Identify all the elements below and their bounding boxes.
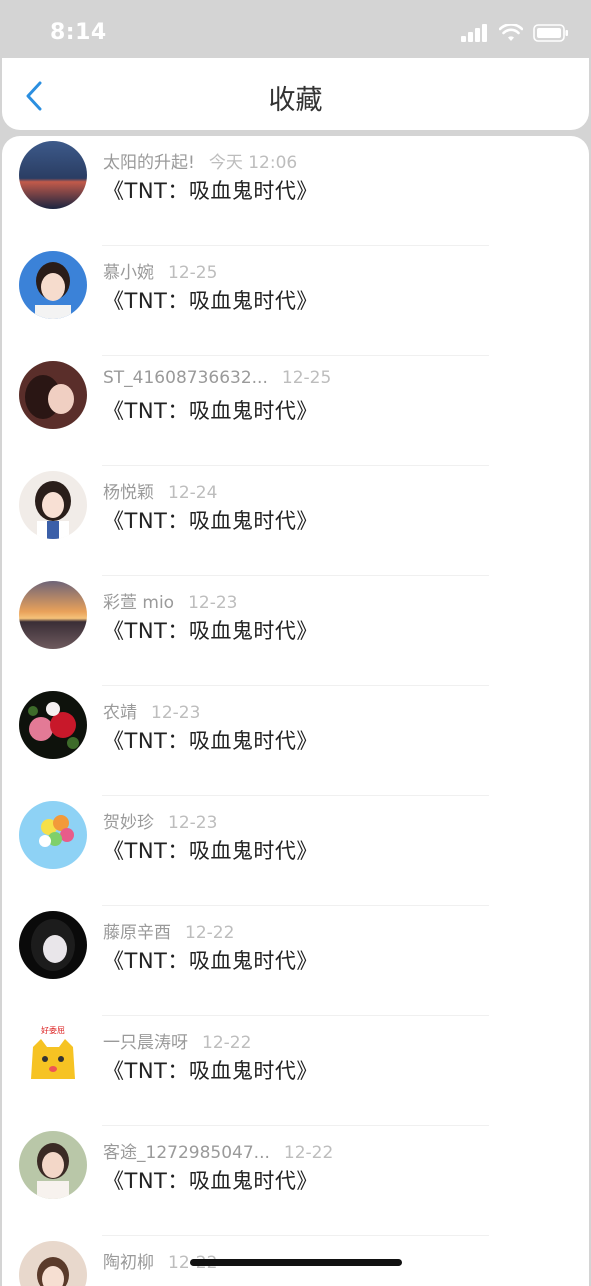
item-title: 《TNT：吸血鬼时代》	[103, 1059, 318, 1083]
username: 贺妙珍	[103, 813, 154, 833]
home-indicator[interactable]	[190, 1259, 402, 1266]
timestamp: 12-22	[202, 1033, 252, 1053]
list-item[interactable]: 慕小婉 12-25 《TNT：吸血鬼时代》	[2, 246, 589, 356]
timestamp: 12-22	[185, 923, 235, 943]
list-item[interactable]: 农靖 12-23 《TNT：吸血鬼时代》	[2, 686, 589, 796]
signal-icon	[461, 24, 487, 42]
cartoon-cat-avatar: 好委屈	[19, 1021, 87, 1089]
username: 农靖	[103, 703, 137, 723]
timestamp: 12-25	[281, 368, 332, 388]
item-title: 《TNT：吸血鬼时代》	[103, 289, 318, 313]
status-bar: 8:14	[0, 0, 591, 58]
page-title: 收藏	[268, 85, 323, 116]
timestamp: 12-25	[168, 263, 218, 283]
username: 一只晨涛呀	[103, 1033, 188, 1053]
list-item[interactable]: 贺妙珍 12-23 《TNT：吸血鬼时代》	[2, 796, 589, 906]
sunset-lake-avatar	[19, 581, 87, 649]
girl-outdoor-avatar	[19, 1131, 87, 1199]
item-title: 《TNT：吸血鬼时代》	[103, 1169, 318, 1193]
list-item[interactable]: 客途_1272985047... 12-22 《TNT：吸血鬼时代》	[2, 1126, 589, 1236]
item-meta: 客途_1272985047... 12-22	[103, 1138, 333, 1163]
username: 陶初柳	[103, 1253, 154, 1273]
username: 慕小婉	[103, 263, 154, 283]
item-meta: 贺妙珍 12-23	[103, 808, 217, 833]
list-item[interactable]: ST_41608736632... 12-25 《TNT：吸血鬼时代》	[2, 356, 589, 466]
item-title: 《TNT：吸血鬼时代》	[103, 399, 318, 423]
item-title: 《TNT：吸血鬼时代》	[103, 949, 318, 973]
item-meta: ST_41608736632... 12-25	[103, 368, 331, 388]
girl-light-avatar	[19, 471, 87, 539]
list-item[interactable]: 彩萱 mio 12-23 《TNT：吸血鬼时代》	[2, 576, 589, 686]
item-meta: 彩萱 mio 12-23	[103, 588, 238, 613]
item-meta: 藤原辛酉 12-22	[103, 918, 234, 943]
girl-dark-avatar	[19, 361, 87, 429]
battery-icon	[533, 24, 568, 42]
timestamp: 12-23	[151, 703, 201, 723]
favorites-list: 太阳的升起! 今天 12:06 《TNT：吸血鬼时代》 慕小婉 12-25 《TNT…	[2, 136, 589, 1286]
girl-partial-avatar	[19, 1241, 87, 1286]
balloons-avatar	[19, 801, 87, 869]
list-item[interactable]: 杨悦颖 12-24 《TNT：吸血鬼时代》	[2, 466, 589, 576]
item-meta: 农靖 12-23	[103, 698, 200, 723]
item-meta: 一只晨涛呀 12-22	[103, 1028, 251, 1053]
timestamp: 12-23	[168, 813, 218, 833]
wifi-icon	[499, 24, 523, 41]
sunset-dark-avatar	[19, 141, 87, 209]
item-title: 《TNT：吸血鬼时代》	[103, 729, 318, 753]
status-icons	[461, 24, 569, 42]
item-meta: 杨悦颖 12-24	[103, 478, 217, 503]
item-meta: 太阳的升起! 今天 12:06	[103, 148, 297, 173]
item-title: 《TNT：吸血鬼时代》	[103, 509, 318, 533]
timestamp: 今天 12:06	[208, 153, 298, 173]
avatar-badge: 好委屈	[41, 1025, 65, 1035]
girl-blue-bg-avatar	[19, 251, 87, 319]
item-title: 《TNT：吸血鬼时代》	[103, 839, 318, 863]
anime-girl-avatar	[19, 911, 87, 979]
timestamp: 12-24	[168, 483, 218, 503]
list-item[interactable]: 太阳的升起! 今天 12:06 《TNT：吸血鬼时代》	[2, 136, 589, 246]
timestamp: 12-23	[188, 593, 238, 613]
timestamp: 12-22	[283, 1143, 334, 1163]
item-title: 《TNT：吸血鬼时代》	[103, 619, 318, 643]
list-item[interactable]: 好委屈 一只晨涛呀 12-22 《TNT：吸血鬼时代》	[2, 1016, 589, 1126]
nav-bar: 收藏	[2, 58, 589, 130]
username: ST_41608736632...	[103, 368, 268, 388]
item-title: 《TNT：吸血鬼时代》	[103, 179, 318, 203]
username: 客途_1272985047...	[103, 1143, 270, 1163]
username: 杨悦颖	[103, 483, 154, 503]
item-meta: 慕小婉 12-25	[103, 258, 217, 283]
username: 藤原辛酉	[103, 923, 171, 943]
username: 太阳的升起!	[103, 153, 195, 173]
username: 彩萱 mio	[103, 593, 175, 613]
list-item[interactable]: 藤原辛酉 12-22 《TNT：吸血鬼时代》	[2, 906, 589, 1016]
roses-avatar	[19, 691, 87, 759]
status-time: 8:14	[50, 20, 107, 45]
